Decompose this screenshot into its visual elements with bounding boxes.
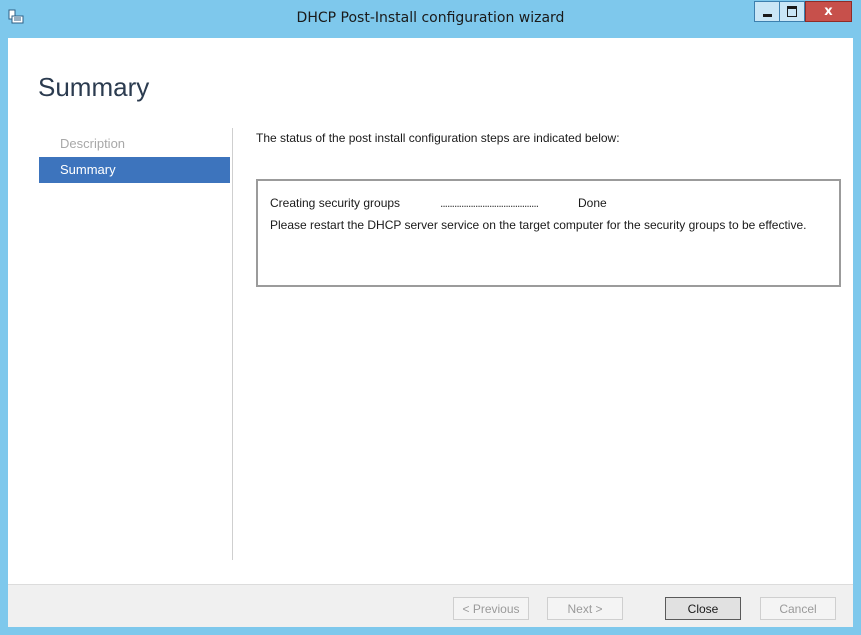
nav-divider bbox=[232, 128, 233, 560]
close-button[interactable]: Close bbox=[665, 597, 741, 620]
window-close-button[interactable]: x bbox=[805, 1, 852, 22]
wizard-window: DHCP Post-Install configuration wizard x… bbox=[0, 0, 861, 635]
status-box: Creating security groups................… bbox=[256, 179, 841, 287]
maximize-button[interactable] bbox=[779, 1, 805, 22]
wizard-client-area: Summary Description Summary The status o… bbox=[8, 38, 853, 627]
nav-item-summary[interactable]: Summary bbox=[39, 157, 230, 183]
nav-item-description[interactable]: Description bbox=[39, 131, 230, 157]
wizard-footer: < Previous Next > Close Cancel bbox=[8, 584, 853, 627]
wizard-nav: Description Summary bbox=[39, 131, 230, 183]
title-bar[interactable]: DHCP Post-Install configuration wizard x bbox=[0, 0, 861, 38]
minimize-icon bbox=[762, 14, 772, 17]
next-button[interactable]: Next > bbox=[547, 597, 623, 620]
window-title: DHCP Post-Install configuration wizard bbox=[296, 10, 565, 26]
status-row: Creating security groups................… bbox=[270, 196, 607, 210]
previous-button[interactable]: < Previous bbox=[453, 597, 529, 620]
minimize-button[interactable] bbox=[754, 1, 780, 22]
status-result: Done bbox=[578, 196, 607, 210]
status-message: Please restart the DHCP server service o… bbox=[270, 218, 807, 232]
status-intro-text: The status of the post install configura… bbox=[256, 131, 620, 145]
status-step-label: Creating security groups bbox=[270, 196, 401, 210]
page-title: Summary bbox=[38, 72, 150, 102]
maximize-icon bbox=[787, 6, 797, 17]
close-icon: x bbox=[824, 4, 833, 19]
status-dots: ........................................… bbox=[440, 196, 539, 210]
cancel-button[interactable]: Cancel bbox=[760, 597, 836, 620]
